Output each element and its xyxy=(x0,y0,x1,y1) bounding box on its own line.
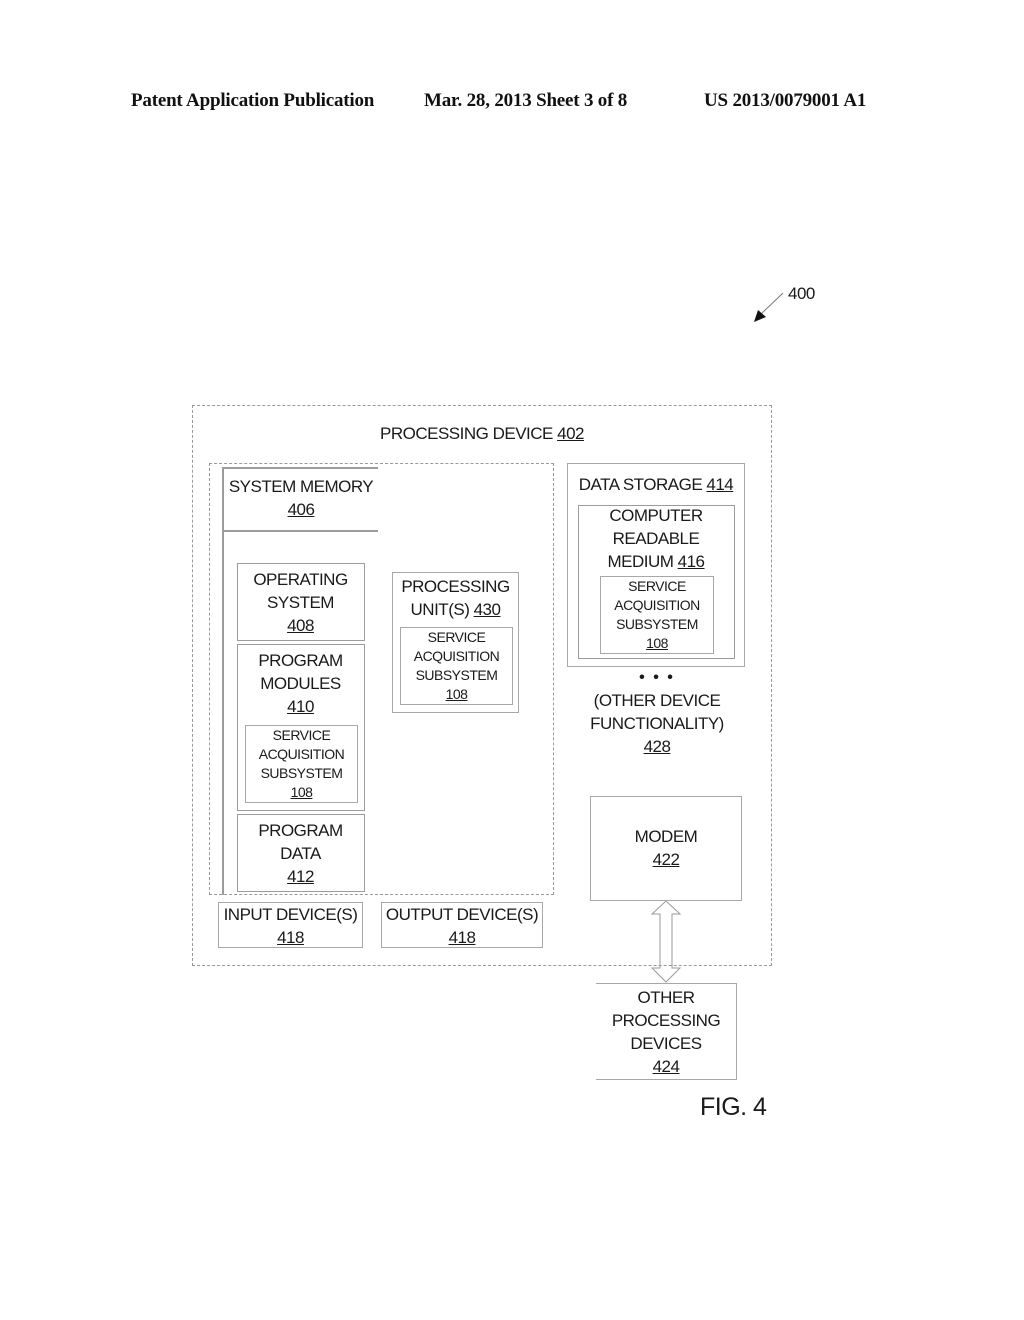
processing-units-line2: UNIT(S) xyxy=(410,600,474,619)
program-modules-ref: 410 xyxy=(287,697,314,716)
other-functionality-ref: 428 xyxy=(643,737,671,756)
program-data-line1: PROGRAM xyxy=(258,821,343,840)
system-memory-top-edge xyxy=(222,467,378,469)
modem-title: MODEM xyxy=(634,827,698,846)
opd-ref: 424 xyxy=(652,1057,680,1076)
service-acquisition-line3: SUBSYSTEM xyxy=(415,667,498,683)
service-acquisition-label-storage: SERVICE ACQUISITION SUBSYSTEM 108 xyxy=(601,577,713,653)
modem-box: MODEM 422 xyxy=(590,796,742,901)
data-storage-title: DATA STORAGE xyxy=(578,475,707,494)
processing-device-ref: 402 xyxy=(557,424,584,443)
processing-units-line1: PROCESSING xyxy=(401,577,510,596)
modem-label: MODEM 422 xyxy=(591,825,741,871)
other-functionality-line1: (OTHER DEVICE xyxy=(593,691,721,710)
data-storage-ref: 414 xyxy=(706,475,734,494)
service-acquisition-label-processing: SERVICE ACQUISITION SUBSYSTEM 108 xyxy=(401,628,512,704)
program-modules-box: PROGRAM MODULES 410 SERVICE ACQUISITION … xyxy=(237,644,365,811)
output-devices-title: OUTPUT DEVICE(S) xyxy=(385,905,539,924)
data-storage-label: DATA STORAGE 414 xyxy=(568,473,744,496)
operating-system-ref: 408 xyxy=(287,616,314,635)
other-device-functionality-label: • • • (OTHER DEVICE FUNCTIONALITY) 428 xyxy=(572,666,742,758)
program-data-line2: DATA xyxy=(280,844,321,863)
opd-line2: PROCESSING xyxy=(611,1011,721,1030)
system-memory-ref: 406 xyxy=(287,500,315,519)
processing-units-label: PROCESSING UNIT(S) 430 xyxy=(393,575,518,621)
opd-line3: DEVICES xyxy=(630,1034,702,1053)
program-modules-line1: PROGRAM xyxy=(258,651,343,670)
modem-ref: 422 xyxy=(652,850,680,869)
computer-readable-medium-label: COMPUTER READABLE MEDIUM 416 xyxy=(579,504,733,573)
program-modules-line2: MODULES xyxy=(260,674,341,693)
program-data-box: PROGRAM DATA 412 xyxy=(237,814,365,892)
processing-units-ref: 430 xyxy=(473,600,501,619)
service-acquisition-ref: 108 xyxy=(445,686,468,702)
reference-arrow-icon xyxy=(754,292,784,322)
crm-line1: COMPUTER xyxy=(609,506,703,525)
service-acquisition-line3: SUBSYSTEM xyxy=(260,765,343,781)
service-acquisition-label-modules: SERVICE ACQUISITION SUBSYSTEM 108 xyxy=(246,726,357,802)
input-devices-label: INPUT DEVICE(S) 418 xyxy=(219,903,362,949)
input-devices-ref: 418 xyxy=(277,928,304,947)
computer-readable-medium-box: COMPUTER READABLE MEDIUM 416 SERVICE ACQ… xyxy=(578,505,735,659)
data-storage-box: DATA STORAGE 414 COMPUTER READABLE MEDIU… xyxy=(567,463,745,667)
operating-system-label: OPERATING SYSTEM 408 xyxy=(238,568,363,637)
crm-line2: READABLE xyxy=(612,529,700,548)
other-processing-devices-box: OTHER PROCESSING DEVICES 424 xyxy=(596,983,737,1080)
system-memory-label: SYSTEM MEMORY 406 xyxy=(224,475,378,521)
processing-device-label: PROCESSING DEVICE 402 xyxy=(192,422,772,445)
output-devices-label: OUTPUT DEVICE(S) 418 xyxy=(382,903,542,949)
service-acquisition-box-processing: SERVICE ACQUISITION SUBSYSTEM 108 xyxy=(400,627,513,705)
service-acquisition-line1: SERVICE xyxy=(272,727,331,743)
input-devices-box: INPUT DEVICE(S) 418 xyxy=(218,902,363,948)
ellipsis-icon: • • • xyxy=(639,669,675,686)
operating-system-line2: SYSTEM xyxy=(267,593,334,612)
program-data-ref: 412 xyxy=(287,867,314,886)
figure-caption: FIG. 4 xyxy=(700,1093,767,1121)
service-acquisition-line2: ACQUISITION xyxy=(614,597,700,613)
system-memory-title: SYSTEM MEMORY xyxy=(228,477,374,496)
service-acquisition-box-storage: SERVICE ACQUISITION SUBSYSTEM 108 xyxy=(600,576,714,654)
operating-system-box: OPERATING SYSTEM 408 xyxy=(237,563,365,641)
output-devices-box: OUTPUT DEVICE(S) 418 xyxy=(381,902,543,948)
processing-device-title: PROCESSING DEVICE xyxy=(380,424,558,443)
output-devices-ref: 418 xyxy=(448,928,476,947)
other-processing-devices-label: OTHER PROCESSING DEVICES 424 xyxy=(596,986,736,1078)
other-functionality-line2: FUNCTIONALITY) xyxy=(590,714,724,733)
service-acquisition-line2: ACQUISITION xyxy=(258,746,345,762)
service-acquisition-ref: 108 xyxy=(646,635,668,651)
system-memory-divider xyxy=(222,530,378,532)
service-acquisition-ref: 108 xyxy=(290,784,313,800)
opd-line1: OTHER xyxy=(637,988,696,1007)
crm-ref: 416 xyxy=(677,552,705,571)
program-data-label: PROGRAM DATA 412 xyxy=(238,819,363,888)
operating-system-line1: OPERATING xyxy=(253,570,348,589)
processing-units-box: PROCESSING UNIT(S) 430 SERVICE ACQUISITI… xyxy=(392,572,519,713)
input-devices-title: INPUT DEVICE(S) xyxy=(223,905,358,924)
service-acquisition-box-modules: SERVICE ACQUISITION SUBSYSTEM 108 xyxy=(245,725,358,803)
service-acquisition-line1: SERVICE xyxy=(628,578,686,594)
service-acquisition-line2: ACQUISITION xyxy=(413,648,500,664)
program-modules-label: PROGRAM MODULES 410 xyxy=(238,649,363,718)
crm-line3: MEDIUM xyxy=(607,552,678,571)
service-acquisition-line1: SERVICE xyxy=(427,629,486,645)
service-acquisition-line3: SUBSYSTEM xyxy=(616,616,698,632)
